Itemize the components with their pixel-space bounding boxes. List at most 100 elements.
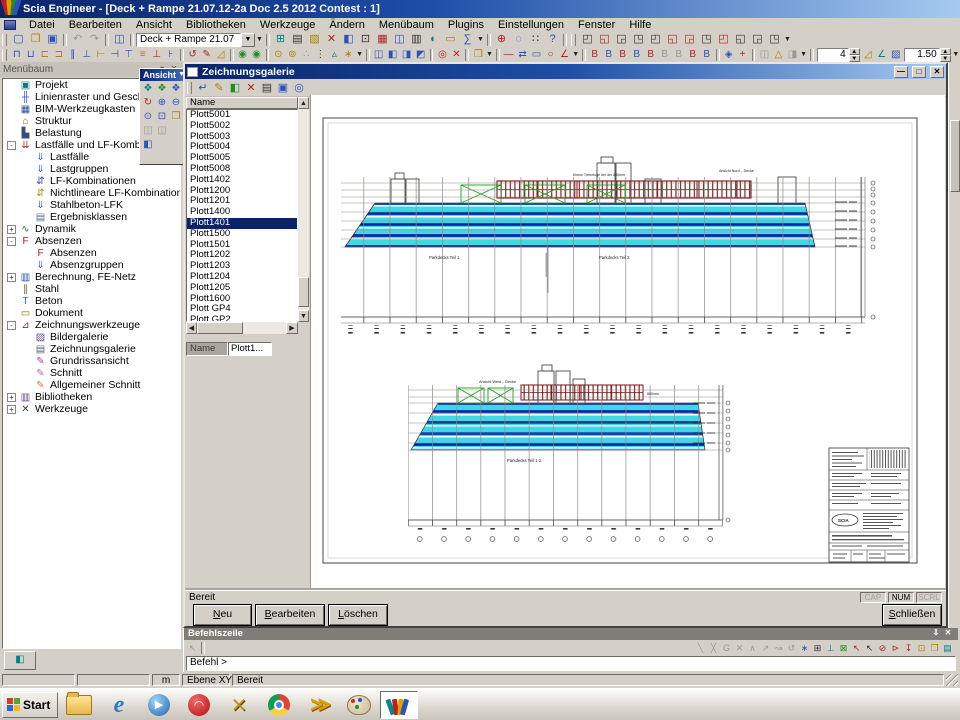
minimize-button[interactable]: — xyxy=(894,66,908,78)
toolbar-grip[interactable] xyxy=(187,82,192,94)
load-case-3-icon[interactable]: B xyxy=(616,48,630,61)
document-icon[interactable]: ▭ xyxy=(442,33,459,46)
calculator-icon[interactable]: ∑ xyxy=(459,33,476,46)
expander-icon[interactable]: + xyxy=(7,405,16,414)
sidebar-item-allgemeiner-schnitt[interactable]: ✎Allgemeiner Schnitt xyxy=(3,379,180,391)
print-drawing-icon[interactable]: ▤ xyxy=(259,81,275,95)
project-select-value[interactable]: Deck + Rampe 21.07 xyxy=(136,33,241,47)
visibility-icon[interactable]: ◎ xyxy=(435,48,449,61)
drawing-canvas[interactable]: Kleine Trennfuge bei der 800mm Ansicht N… xyxy=(310,95,945,590)
measure-angle-icon[interactable]: ∠ xyxy=(558,48,572,61)
snap-rotate-icon[interactable]: ↺ xyxy=(785,642,798,655)
snap-cross-icon[interactable]: ╳ xyxy=(707,642,720,655)
folder-caret[interactable]: ▼ xyxy=(485,48,493,61)
menu-plugins[interactable]: Plugins xyxy=(441,19,491,32)
close-panel-icon[interactable]: ✕ xyxy=(942,628,954,639)
sidebar-item-nichtlineare-lf-kombinationen[interactable]: ⇵Nichtlineare LF-Kombinationen xyxy=(3,187,180,199)
snap-drop-icon[interactable]: ↧ xyxy=(902,642,915,655)
find-caret[interactable]: ▼ xyxy=(355,48,363,61)
toolbar-overflow-caret[interactable]: ▼ xyxy=(255,33,264,46)
load-case-9-icon[interactable]: B xyxy=(700,48,714,61)
command-line-titlebar[interactable]: Befehlszeile ⇩ ✕ xyxy=(184,628,958,640)
rib-icon[interactable]: ⊥ xyxy=(80,48,94,61)
snap-point-icon[interactable]: ∗ xyxy=(798,642,811,655)
window-icon[interactable]: ◫ xyxy=(391,33,408,46)
spacer[interactable] xyxy=(169,124,183,138)
expander-icon[interactable]: - xyxy=(7,141,16,150)
hand-icon[interactable]: ◠ xyxy=(180,691,218,719)
new-button[interactable]: Neu xyxy=(193,604,252,626)
open-view-icon[interactable]: ❒ xyxy=(169,110,183,124)
wall-icon[interactable]: ⊐ xyxy=(52,48,66,61)
scia-engineer-icon[interactable] xyxy=(380,691,418,719)
capture-icon[interactable]: ⊞ xyxy=(272,33,289,46)
sidebar-item-stahl[interactable]: ∥Stahl xyxy=(3,283,180,295)
gallery-item-plott1205[interactable]: Plott1205 xyxy=(187,283,297,294)
measure-swap-icon[interactable]: ⇄ xyxy=(516,48,530,61)
expander-icon[interactable]: - xyxy=(7,321,16,330)
render-icon[interactable]: ◫ xyxy=(757,48,771,61)
arrows-icon[interactable]: ≫ xyxy=(300,691,338,719)
render-caret[interactable]: ▼ xyxy=(799,48,807,61)
chrome-icon[interactable] xyxy=(260,691,298,719)
display-icon[interactable]: ⋮ xyxy=(313,48,327,61)
shade-icon[interactable]: △ xyxy=(771,48,785,61)
help-icon[interactable]: ? xyxy=(544,33,561,46)
layers-folder-icon[interactable]: ❒ xyxy=(471,48,485,61)
gallery-item-plott-gp2[interactable]: Plott GP2 xyxy=(187,315,297,322)
snap-list-icon[interactable]: ▤ xyxy=(941,642,954,655)
snap-grid-icon[interactable]: ⊞ xyxy=(811,642,824,655)
snap-peak-icon[interactable]: ∧ xyxy=(746,642,759,655)
view-settings-icon[interactable]: ◧ xyxy=(141,138,155,152)
load-case-5-icon[interactable]: B xyxy=(644,48,658,61)
cut-icon[interactable]: ✕ xyxy=(323,33,340,46)
snap-g-icon[interactable]: G xyxy=(720,642,733,655)
insert-drawing-icon[interactable]: ↵ xyxy=(195,81,211,95)
view-preset-5[interactable]: ◰ xyxy=(647,33,664,46)
axo-view-2-icon[interactable]: ❖ xyxy=(155,82,169,96)
paste-icon[interactable]: ⊡ xyxy=(357,33,374,46)
load-case-7-icon[interactable]: B xyxy=(672,48,686,61)
resize-grip[interactable] xyxy=(946,674,958,686)
copy-drawing-icon[interactable]: ◧ xyxy=(227,81,243,95)
start-button[interactable]: Start xyxy=(2,692,58,718)
zoom-stepper[interactable]: 1.50 ▲▼ xyxy=(904,48,951,62)
gallery-item-plott1500[interactable]: Plott1500 xyxy=(187,229,297,240)
toolbar-grip[interactable] xyxy=(2,49,7,61)
sidebar-item-ergebnisklassen[interactable]: ▤Ergebnisklassen xyxy=(3,211,180,223)
scale-stepper[interactable]: 4 ▲▼ xyxy=(817,48,860,62)
zoom-window-icon[interactable]: ⊡ xyxy=(155,110,169,124)
zoom-out-icon[interactable]: ⊖ xyxy=(169,96,183,110)
new-icon[interactable]: ▢ xyxy=(10,33,27,46)
maximize-button[interactable]: □ xyxy=(912,66,926,78)
view-preset-2[interactable]: ◱ xyxy=(596,33,613,46)
magnifier-icon[interactable]: ◌ xyxy=(510,33,527,46)
project-select[interactable]: Deck + Rampe 21.07 ▼ xyxy=(136,33,255,47)
preset-caret[interactable]: ▼ xyxy=(783,33,792,46)
close-gallery-button[interactable]: Schließen xyxy=(882,604,942,626)
zoom-prev-icon[interactable]: ⊙ xyxy=(141,110,155,124)
view-preset-4[interactable]: ◳ xyxy=(630,33,647,46)
sidebar-item-beton[interactable]: TBeton xyxy=(3,295,180,307)
right-scrollbar-thumb[interactable] xyxy=(950,120,960,192)
view-preset-8[interactable]: ◳ xyxy=(698,33,715,46)
scale-up[interactable]: ▲ xyxy=(849,48,860,55)
load-case-8-icon[interactable]: B xyxy=(686,48,700,61)
support-icon[interactable]: ⊥ xyxy=(150,48,164,61)
sidebar-item-grundrissansicht[interactable]: ✎Grundrissansicht xyxy=(3,355,180,367)
scroll-down-icon[interactable]: ▼ xyxy=(298,310,309,322)
clipboard-2-icon[interactable]: ◧ xyxy=(386,48,400,61)
gallery-item-plott5002[interactable]: Plott5002 xyxy=(187,121,297,132)
sidebar-tab-menubaum[interactable]: ◧ xyxy=(4,651,36,670)
opening-icon[interactable]: ∥ xyxy=(66,48,80,61)
snap-line-icon[interactable]: ╲ xyxy=(694,642,707,655)
command-input[interactable]: Befehl > xyxy=(186,656,956,671)
snap-perp-icon[interactable]: ⊥ xyxy=(824,642,837,655)
toolbar-grip[interactable] xyxy=(2,34,7,46)
snap-tri-icon[interactable]: ⊳ xyxy=(889,642,902,655)
angle-icon[interactable]: ∠ xyxy=(875,48,889,61)
sidebar-item-stahlbeton-lfk[interactable]: ⇓Stahlbeton-LFK xyxy=(3,199,180,211)
plate-icon[interactable]: ⊏ xyxy=(38,48,52,61)
sidebar-item-dokument[interactable]: ▭Dokument xyxy=(3,307,180,319)
viewport-icon[interactable]: ◫ xyxy=(111,33,128,46)
